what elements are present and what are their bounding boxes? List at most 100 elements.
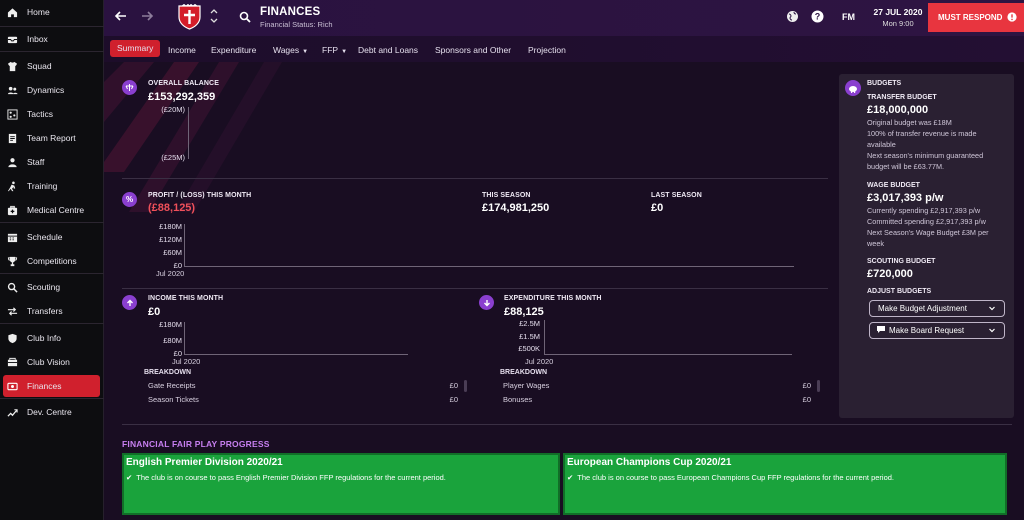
scouting-budget-label: SCOUTING BUDGET	[867, 258, 936, 265]
finances-summary: OVERALL BALANCE £153,292,359 (£20M) (£25…	[104, 62, 1024, 520]
ffp-card-title: European Champions Cup 2020/21	[567, 457, 732, 468]
income-scrollbar[interactable]	[464, 380, 467, 392]
income-tick: £80M	[163, 336, 182, 345]
overall-tick: (£20M)	[161, 105, 185, 114]
sidebar-item-label: Staff	[27, 157, 45, 167]
tab-label: Projection	[528, 45, 566, 55]
tab-label: Sponsors and Other	[435, 45, 512, 55]
expenditure-row-name: Player Wages	[503, 381, 550, 390]
budgets-title: BUDGETS	[867, 80, 902, 87]
expenditure-row-value: £0	[802, 381, 811, 390]
sidebar-item-club-info[interactable]: Club Info	[0, 327, 104, 349]
scouting-icon	[6, 281, 18, 293]
make-board-request-button[interactable]: Make Board Request	[869, 322, 1005, 339]
arrow-up-icon	[122, 295, 137, 310]
sidebar-item-club-vision[interactable]: Club Vision	[0, 351, 104, 373]
divider	[122, 424, 1012, 425]
sidebar-item-label: Club Info	[27, 333, 62, 343]
wage-budget-label: WAGE BUDGET	[867, 182, 920, 189]
club-crest-icon[interactable]	[176, 3, 203, 31]
expenditure-axis-x	[544, 354, 792, 355]
time-text: Mon 9:00	[882, 19, 914, 28]
sidebar-item-label: Medical Centre	[27, 205, 85, 215]
tab-label: Wages	[273, 45, 300, 55]
make-budget-adjustment-button[interactable]: Make Budget Adjustment	[869, 300, 1005, 317]
chevron-down-icon: ▼	[341, 49, 348, 55]
ffp-message-text: The club is on course to pass European C…	[577, 473, 894, 482]
income-tick: £180M	[159, 320, 182, 329]
transfer-budget-notes: Original budget was £18M 100% of transfe…	[867, 118, 984, 171]
sidebar-item-training[interactable]: Training	[0, 175, 104, 197]
financial-status: Financial Status: Rich	[260, 20, 333, 29]
expenditure-row-value: £0	[802, 395, 811, 404]
income-row-value: £0	[449, 395, 458, 404]
divider	[122, 288, 828, 289]
sidebar-item-dev-centre[interactable]: Dev. Centre	[0, 401, 104, 423]
club-switch-arrows-icon[interactable]	[210, 7, 218, 28]
shield-icon	[6, 332, 18, 344]
fm-logo[interactable]: FM	[842, 12, 855, 22]
sidebar-item-competitions[interactable]: Competitions	[0, 250, 104, 272]
button-label: Make Board Request	[889, 326, 965, 335]
budgets-panel: BUDGETS TRANSFER BUDGET £18,000,000 Orig…	[839, 74, 1014, 418]
tab-expenditure[interactable]: Expenditure	[211, 42, 256, 59]
sidebar-item-medical-centre[interactable]: Medical Centre	[0, 199, 104, 221]
overall-tick: (£25M)	[161, 153, 185, 162]
tab-debt-and-loans[interactable]: Debt and Loans	[358, 42, 418, 59]
sidebar-item-inbox[interactable]: Inbox	[0, 28, 104, 50]
sidebar-item-team-report[interactable]: Team Report	[0, 127, 104, 149]
button-label: Make Budget Adjustment	[878, 304, 967, 313]
income-breakdown-label: BREAKDOWN	[144, 369, 192, 376]
sidebar-item-squad[interactable]: Squad	[0, 55, 104, 77]
expenditure-scrollbar[interactable]	[817, 380, 820, 392]
adjust-budgets-label: ADJUST BUDGETS	[867, 288, 932, 295]
transfer-budget-label: TRANSFER BUDGET	[867, 94, 937, 101]
app-window: Home Inbox Squad Dynamics Tactics Team R…	[0, 0, 1024, 520]
expenditure-tick: £500K	[518, 344, 540, 353]
ffp-card-message: ✔ The club is on course to pass English P…	[126, 473, 446, 482]
last-season-label: LAST SEASON	[651, 192, 702, 199]
must-respond-button[interactable]: MUST RESPOND	[928, 3, 1024, 32]
ffp-card-premier-division[interactable]: English Premier Division 2020/21 ✔ The cl…	[122, 453, 560, 515]
transfer-budget-value: £18,000,000	[867, 104, 929, 116]
tab-ffp[interactable]: FFP ▼	[322, 42, 347, 59]
world-icon[interactable]	[786, 10, 799, 28]
page-title: FINANCES	[260, 6, 321, 18]
sidebar-item-finances[interactable]: Finances	[3, 375, 100, 397]
sidebar-item-transfers[interactable]: Transfers	[0, 300, 104, 322]
dynamics-icon	[6, 84, 18, 96]
tab-sponsors-and-other[interactable]: Sponsors and Other	[435, 42, 511, 59]
profit-x-label: Jul 2020	[156, 269, 185, 278]
sidebar-item-tactics[interactable]: Tactics	[0, 103, 104, 125]
tab-income[interactable]: Income	[168, 42, 196, 59]
percent-icon: %	[122, 192, 137, 207]
sidebar-item-staff[interactable]: Staff	[0, 151, 104, 173]
wage-budget-notes: Currently spending £2,917,393 p/w Commit…	[867, 206, 989, 248]
sidebar-item-dynamics[interactable]: Dynamics	[0, 79, 104, 101]
profit-axis-y	[184, 224, 185, 266]
sidebar-item-label: Training	[27, 181, 58, 191]
search-icon[interactable]	[239, 10, 251, 28]
tab-summary[interactable]: Summary	[110, 40, 161, 57]
speech-bubble-icon	[877, 326, 885, 335]
game-date[interactable]: 27 JUL 2020 Mon 9:00	[870, 7, 926, 28]
tab-label: Expenditure	[211, 45, 257, 55]
tab-projection[interactable]: Projection	[528, 42, 566, 59]
chevron-down-icon	[988, 326, 996, 336]
this-season-value: £174,981,250	[482, 202, 550, 214]
expenditure-tick: £1.5M	[519, 332, 540, 341]
back-arrow-icon[interactable]	[114, 9, 128, 28]
sidebar-item-schedule[interactable]: Schedule	[0, 226, 104, 248]
balance-icon	[122, 80, 137, 95]
help-icon[interactable]: ?	[811, 10, 824, 28]
ffp-card-champions-cup[interactable]: European Champions Cup 2020/21 ✔ The club…	[563, 453, 1007, 515]
profit-value: (£88,125)	[148, 202, 196, 214]
sidebar-item-scouting[interactable]: Scouting	[0, 276, 104, 298]
sidebar-item-home[interactable]: Home	[0, 1, 104, 23]
profit-label: PROFIT / (LOSS) THIS MONTH	[148, 192, 252, 199]
tab-wages[interactable]: Wages ▼	[273, 42, 308, 59]
medical-icon	[6, 204, 18, 216]
income-row-name: Gate Receipts	[148, 381, 196, 390]
sidebar-item-label: Transfers	[27, 306, 63, 316]
forward-arrow-icon[interactable]	[140, 9, 154, 28]
